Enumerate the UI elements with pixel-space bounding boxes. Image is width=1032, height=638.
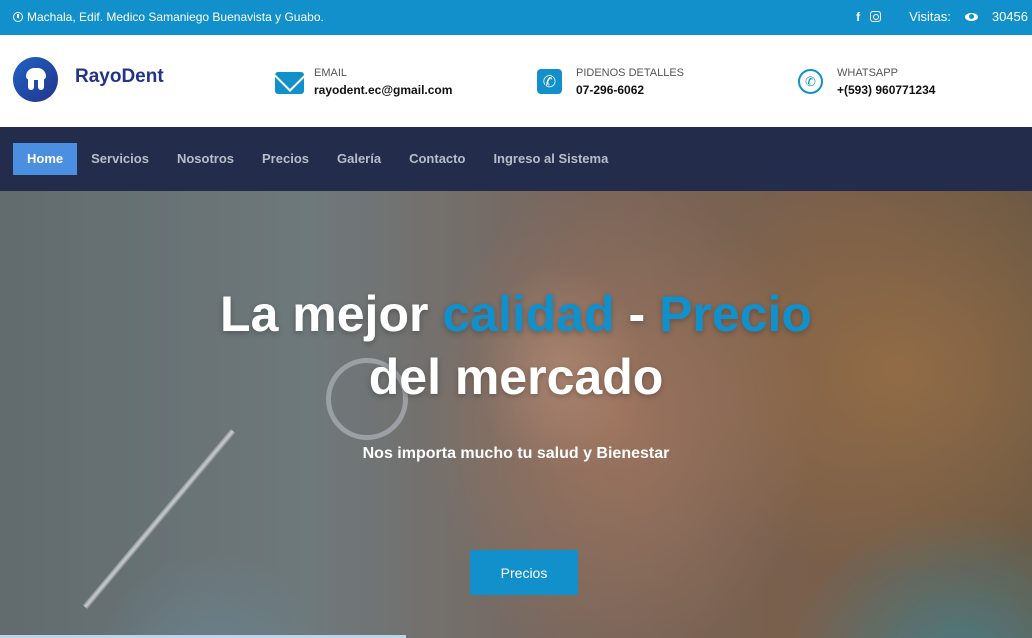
- visits-count: 30456: [991, 9, 1028, 24]
- precios-button[interactable]: Precios: [470, 550, 578, 595]
- email-value[interactable]: rayodent.ec@gmail.com: [314, 83, 452, 97]
- headline-separator: -: [614, 286, 660, 342]
- hero-subtitle: Nos importa mucho tu salud y Bienestar: [362, 445, 670, 462]
- contact-phone: ✆ PIDENOS DETALLES 07-296-6062: [537, 67, 684, 97]
- headline-accent-calidad: calidad: [442, 286, 615, 342]
- top-info-bar: Machala, Edif. Medico Samaniego Buenavis…: [0, 0, 1032, 35]
- address-text: Machala, Edif. Medico Samaniego Buenavis…: [27, 10, 324, 24]
- clock-icon: [13, 12, 23, 22]
- nav-ingreso-sistema[interactable]: Ingreso al Sistema: [479, 143, 622, 175]
- phone-icon: ✆: [537, 69, 562, 94]
- nav-contacto[interactable]: Contacto: [395, 143, 479, 175]
- eye-icon: [964, 12, 978, 21]
- instagram-icon[interactable]: [870, 11, 882, 22]
- envelope-icon: [275, 72, 304, 94]
- contact-email: EMAIL rayodent.ec@gmail.com: [275, 67, 452, 97]
- visits-label: Visitas:: [909, 9, 951, 24]
- headline-accent-precio: Precio: [659, 286, 812, 342]
- contact-whatsapp: ✆ WHATSAPP +(593) 960771234: [798, 67, 935, 97]
- headline-text: La mejor: [220, 286, 443, 342]
- nav-precios[interactable]: Precios: [248, 143, 323, 175]
- whatsapp-icon: ✆: [798, 69, 823, 94]
- facebook-icon[interactable]: f: [856, 10, 860, 24]
- hero-headline-line1: La mejor calidad - Precio: [0, 283, 1032, 345]
- address: Machala, Edif. Medico Samaniego Buenavis…: [13, 10, 324, 24]
- email-label: EMAIL: [314, 67, 348, 79]
- hero-headline-line2: del mercado: [368, 349, 664, 405]
- nav-servicios[interactable]: Servicios: [77, 143, 163, 175]
- phone-value[interactable]: 07-296-6062: [576, 83, 684, 97]
- tooth-logo-icon[interactable]: [13, 57, 58, 102]
- nav-nosotros[interactable]: Nosotros: [163, 143, 248, 175]
- phone-label: PIDENOS DETALLES: [576, 67, 684, 79]
- main-nav: Home Servicios Nosotros Precios Galería …: [0, 127, 1032, 191]
- topbar-right: f Visitas: 30456: [856, 9, 1028, 24]
- nav-galeria[interactable]: Galería: [323, 143, 395, 175]
- whatsapp-label: WHATSAPP: [837, 67, 898, 79]
- hero-banner: La mejor calidad - Precio del mercado No…: [0, 191, 1032, 638]
- brand-name[interactable]: RayoDent: [75, 66, 164, 88]
- whatsapp-value[interactable]: +(593) 960771234: [837, 83, 935, 97]
- nav-home[interactable]: Home: [13, 143, 78, 175]
- site-header: RayoDent EMAIL rayodent.ec@gmail.com ✆ P…: [0, 35, 1032, 127]
